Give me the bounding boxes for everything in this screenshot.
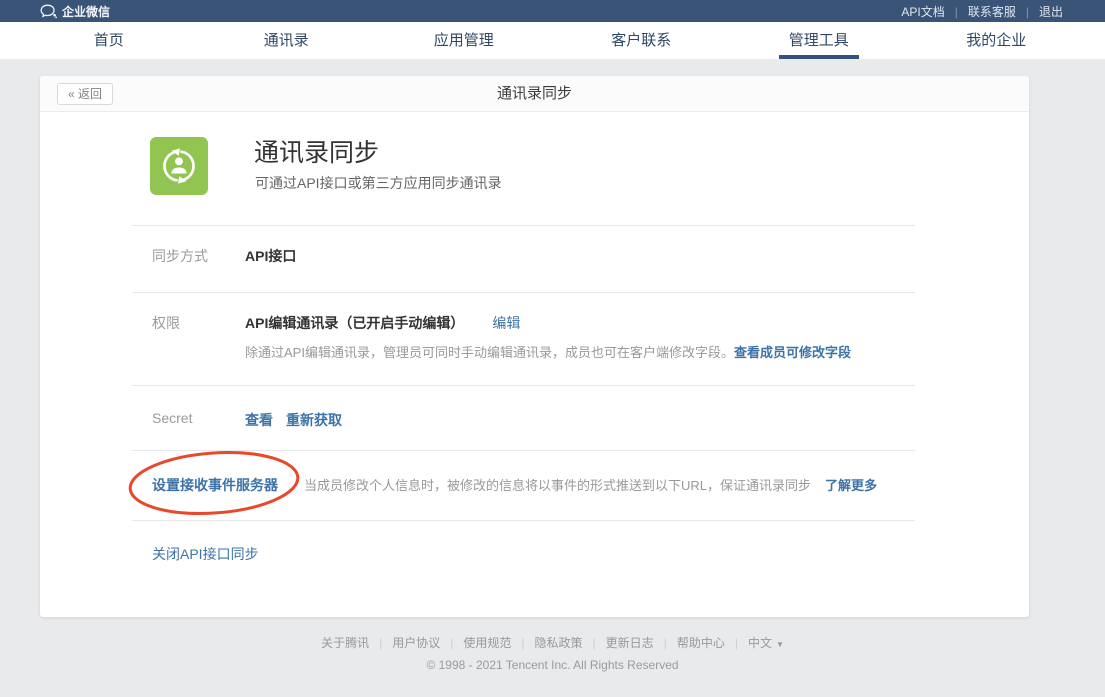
divider [132, 450, 915, 451]
footer: 关于腾讯 用户协议 使用规范 隐私政策 更新日志 帮助中心 中文 ▼ © 1998… [0, 634, 1105, 672]
footer-link-help-center[interactable]: 帮助中心 [677, 634, 748, 651]
nav-item-admin-tools[interactable]: 管理工具 [730, 22, 908, 59]
contact-sync-card: « 返回 通讯录同步 通讯录同步 可通过API接口或第三方应用同步通讯录 同步方… [40, 76, 1029, 617]
topbar: 企业微信 API文档 联系客服 退出 [0, 0, 1105, 22]
topbar-link-api-docs[interactable]: API文档 [901, 3, 967, 20]
brand-chat-bubble-icon [40, 4, 57, 19]
contact-sync-icon [150, 137, 208, 195]
brand[interactable]: 企业微信 [40, 3, 110, 20]
divider [132, 225, 915, 226]
footer-link-changelog[interactable]: 更新日志 [606, 634, 677, 651]
permission-desc-text: 除通过API编辑通讯录，管理员可同时手动编辑通讯录，成员也可在客户端修改字段。 [245, 345, 734, 360]
callback-desc: 当成员修改个人信息时，被修改的信息将以事件的形式推送到以下URL，保证通讯录同步 [304, 475, 811, 494]
nav-item-home[interactable]: 首页 [20, 22, 198, 59]
sync-method-value: API接口 [245, 246, 296, 266]
nav-item-app-management[interactable]: 应用管理 [375, 22, 553, 59]
language-label: 中文 [748, 636, 772, 650]
card-title: 通讯录同步 [40, 76, 1029, 112]
divider [132, 292, 915, 293]
permission-block: API编辑通讯录（已开启手动编辑） 编辑 除通过API编辑通讯录，管理员可同时手… [245, 313, 851, 361]
main-nav: 首页 通讯录 应用管理 客户联系 管理工具 我的企业 [0, 22, 1105, 60]
learn-more-link[interactable]: 了解更多 [825, 475, 877, 494]
secret-label: Secret [152, 410, 192, 426]
callback-row: 设置接收事件服务器 当成员修改个人信息时，被修改的信息将以事件的形式推送到以下U… [152, 475, 877, 495]
topbar-link-contact-support[interactable]: 联系客服 [968, 3, 1039, 20]
view-editable-fields-link[interactable]: 查看成员可修改字段 [734, 345, 851, 360]
permission-label: 权限 [152, 313, 180, 333]
caret-down-icon: ▼ [776, 640, 784, 649]
topbar-links: API文档 联系客服 退出 [901, 3, 1063, 20]
app-subtitle: 可通过API接口或第三方应用同步通讯录 [255, 173, 502, 193]
footer-link-user-agreement[interactable]: 用户协议 [392, 634, 463, 651]
language-selector[interactable]: 中文 ▼ [748, 634, 784, 651]
nav-item-contacts[interactable]: 通讯录 [198, 22, 376, 59]
divider [132, 385, 915, 386]
permission-value: API编辑通讯录（已开启手动编辑） [245, 313, 464, 333]
copyright: © 1998 - 2021 Tencent Inc. All Rights Re… [0, 658, 1105, 672]
brand-name: 企业微信 [62, 3, 110, 20]
nav-item-customer-relations[interactable]: 客户联系 [553, 22, 731, 59]
sync-method-label: 同步方式 [152, 246, 208, 266]
permission-edit-link[interactable]: 编辑 [492, 313, 520, 333]
footer-link-usage-rules[interactable]: 使用规范 [463, 634, 534, 651]
secret-links: 查看 重新获取 [245, 410, 342, 430]
topbar-link-logout[interactable]: 退出 [1039, 3, 1063, 20]
nav-item-my-company[interactable]: 我的企业 [908, 22, 1086, 59]
secret-regen-link[interactable]: 重新获取 [286, 410, 342, 430]
set-callback-server-link[interactable]: 设置接收事件服务器 [152, 475, 278, 495]
divider [132, 520, 915, 521]
footer-links: 关于腾讯 用户协议 使用规范 隐私政策 更新日志 帮助中心 中文 ▼ [321, 634, 784, 651]
page: 企业微信 API文档 联系客服 退出 首页 通讯录 应用管理 客户联系 管理工具… [0, 0, 1105, 697]
close-api-sync-link[interactable]: 关闭API接口同步 [152, 546, 259, 562]
footer-link-about-tencent[interactable]: 关于腾讯 [321, 634, 392, 651]
permission-desc: 除通过API编辑通讯录，管理员可同时手动编辑通讯录，成员也可在客户端修改字段。查… [245, 342, 851, 361]
card-header: « 返回 通讯录同步 [40, 76, 1029, 112]
footer-link-privacy-policy[interactable]: 隐私政策 [535, 634, 606, 651]
app-title: 通讯录同步 [254, 133, 379, 169]
close-api-row: 关闭API接口同步 [152, 544, 259, 564]
secret-view-link[interactable]: 查看 [245, 410, 273, 430]
